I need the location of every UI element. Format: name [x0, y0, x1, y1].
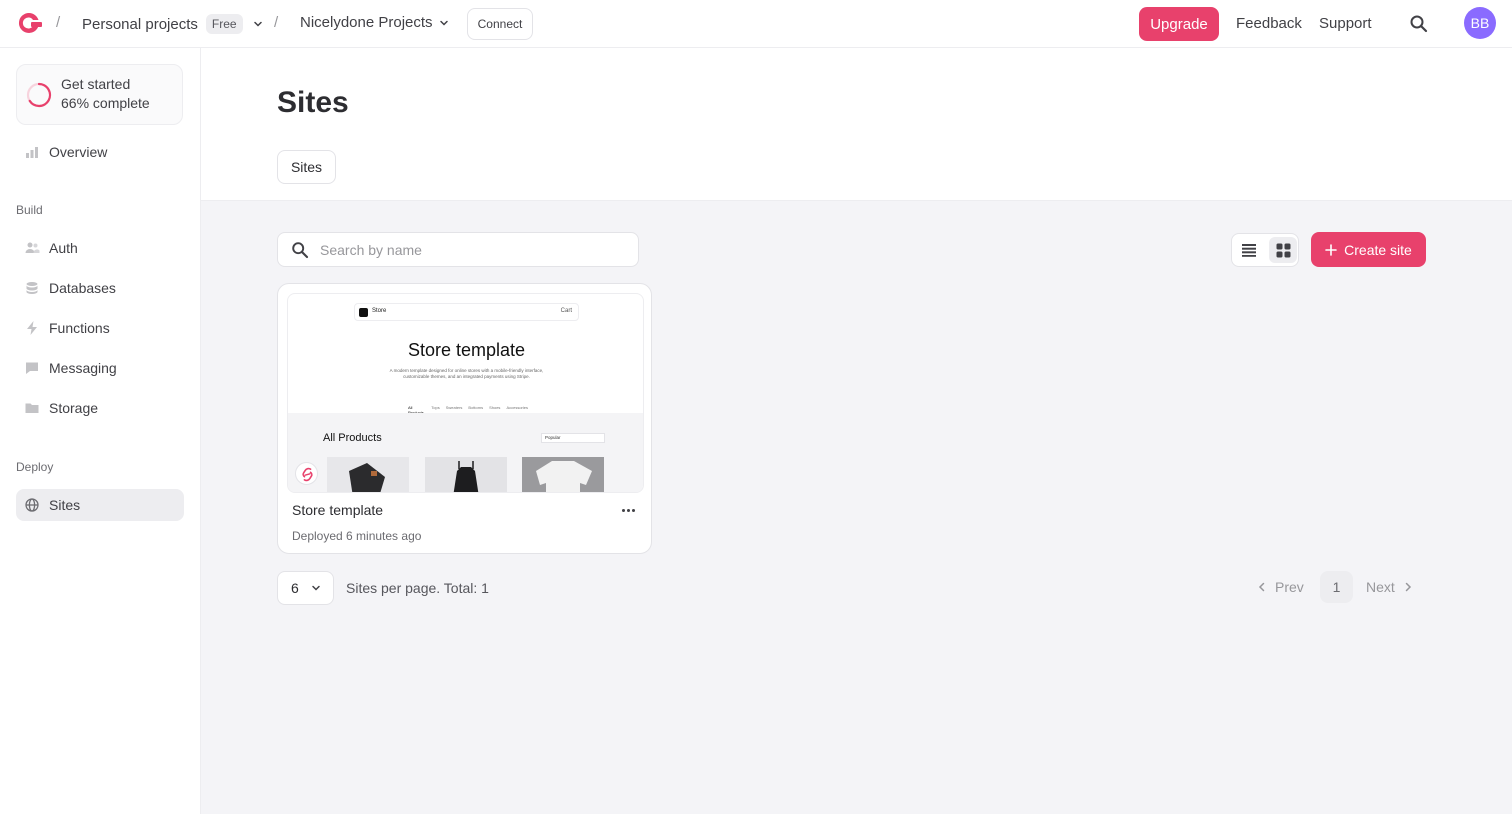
sidebar-item-label: Auth	[49, 240, 78, 256]
sidebar-item-messaging[interactable]: Messaging	[16, 352, 184, 384]
lightning-icon	[27, 321, 37, 335]
preview-hero-title: Store template	[407, 340, 526, 360]
sidebar-item-label: Messaging	[49, 360, 117, 376]
search-field[interactable]	[277, 232, 639, 267]
avatar[interactable]: BB	[1464, 7, 1496, 39]
preview-product-image	[522, 457, 604, 492]
next-page-button[interactable]: Next	[1366, 579, 1412, 595]
search-icon[interactable]	[1409, 14, 1429, 34]
dot	[621, 508, 625, 512]
chevron-down-icon	[312, 585, 320, 591]
per-page-select[interactable]: 6	[277, 571, 334, 605]
sidebar-item-label: Sites	[49, 497, 81, 513]
grid-view-button[interactable]	[1269, 237, 1297, 263]
sidebar-item-label: Functions	[49, 320, 110, 336]
next-label: Next	[1366, 579, 1395, 595]
svelte-icon	[302, 467, 313, 482]
breadcrumb-separator: /	[274, 14, 279, 31]
support-link[interactable]: Support	[1319, 15, 1372, 32]
jacket-product-image	[349, 463, 385, 492]
chevron-down-icon	[439, 20, 448, 26]
preview-logo-icon	[359, 308, 368, 317]
plus-icon	[1325, 243, 1337, 256]
nav-heading-build: Build	[16, 203, 43, 217]
search-input[interactable]	[320, 233, 620, 266]
chevron-down-icon	[253, 21, 262, 27]
chevron-right-icon	[1405, 582, 1411, 592]
chat-icon	[26, 362, 38, 374]
sidebar-item-label: Overview	[49, 144, 108, 160]
create-site-button[interactable]: Create site	[1311, 232, 1426, 267]
top-product-image	[453, 461, 479, 492]
sidebar-item-sites[interactable]: Sites	[16, 489, 184, 521]
org-switcher[interactable]: Personal projects Free	[82, 14, 263, 34]
dot	[626, 508, 630, 512]
preview-product-image	[327, 457, 409, 492]
preview-cart: Cart	[560, 308, 572, 314]
sidebar-item-label: Databases	[49, 280, 116, 296]
create-site-label: Create site	[1344, 241, 1412, 258]
plan-badge: Free	[205, 14, 243, 34]
org-name: Personal projects	[82, 15, 198, 33]
framework-badge	[295, 462, 318, 485]
grid-icon	[1276, 243, 1290, 257]
preview-product-image	[425, 457, 507, 492]
preview-section-title: All Products	[323, 432, 382, 444]
chevron-left-icon	[1258, 582, 1265, 592]
upgrade-button[interactable]: Upgrade	[1139, 7, 1219, 41]
connect-button[interactable]: Connect	[467, 8, 533, 40]
preview-sort-select: Popular	[541, 433, 605, 443]
sidebar-item-functions[interactable]: Functions	[16, 312, 184, 344]
chart-bars-icon	[26, 147, 38, 158]
users-icon	[25, 242, 40, 253]
site-card[interactable]: Store Cart Store template A modern templ…	[277, 283, 652, 554]
get-started-card[interactable]: Get started 66% complete	[16, 64, 183, 125]
view-toggle	[1231, 233, 1299, 267]
preview-brand: Store	[372, 308, 387, 314]
site-status: Deployed 6 minutes ago	[292, 529, 422, 543]
search-icon	[292, 242, 309, 259]
get-started-title: Get started	[61, 76, 131, 92]
sidebar: Get started 66% complete Overview Build …	[0, 48, 201, 814]
tshirt-product-image	[536, 461, 592, 492]
site-name: Store template	[292, 502, 384, 518]
database-icon	[26, 282, 38, 294]
feedback-link[interactable]: Feedback	[1236, 15, 1302, 32]
sidebar-item-auth[interactable]: Auth	[16, 232, 184, 264]
appwrite-logo-icon[interactable]	[16, 11, 42, 35]
sidebar-item-storage[interactable]: Storage	[16, 392, 184, 424]
sidebar-item-overview[interactable]: Overview	[16, 136, 184, 168]
site-preview[interactable]: Store Cart Store template A modern templ…	[287, 293, 644, 493]
folder-icon	[25, 403, 39, 413]
page-number-button[interactable]: 1	[1320, 571, 1353, 603]
list-icon	[1242, 244, 1256, 257]
preview-hero-description: A modern template designed for online st…	[389, 368, 544, 379]
preview-products-section: All Products Popular	[288, 413, 643, 492]
project-switcher[interactable]: Nicelydone Projects	[300, 14, 449, 31]
top-bar: / Personal projects Free / Nicelydone Pr…	[0, 0, 1512, 48]
more-options-button[interactable]	[619, 504, 637, 516]
project-name: Nicelydone Projects	[300, 14, 433, 31]
progress-ring-icon	[26, 82, 52, 108]
sidebar-item-label: Storage	[49, 400, 99, 416]
dot	[631, 508, 635, 512]
list-view-button[interactable]	[1235, 237, 1263, 263]
tab-sites[interactable]: Sites	[277, 150, 336, 184]
page-title: Sites	[277, 86, 349, 119]
sidebar-item-databases[interactable]: Databases	[16, 272, 184, 304]
get-started-progress: 66% complete	[61, 95, 150, 111]
per-page-value: 6	[291, 580, 299, 596]
pagination-summary: Sites per page. Total: 1	[346, 580, 489, 596]
globe-icon	[25, 498, 39, 512]
preview-navbar: Store Cart	[354, 303, 579, 321]
prev-label: Prev	[1275, 579, 1304, 595]
nav-heading-deploy: Deploy	[16, 460, 54, 474]
prev-page-button[interactable]: Prev	[1258, 579, 1304, 595]
breadcrumb-separator: /	[56, 14, 61, 31]
